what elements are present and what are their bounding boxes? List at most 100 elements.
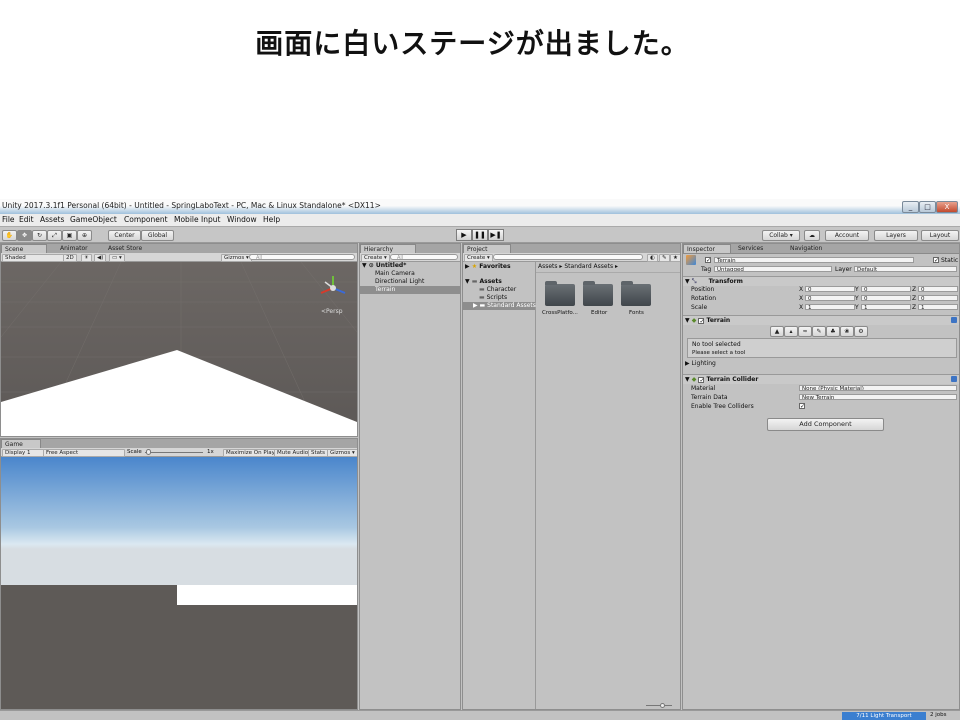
- scale-z-field[interactable]: 1: [918, 304, 958, 310]
- filter-by-label-icon[interactable]: ✎: [659, 254, 670, 262]
- scale-slider[interactable]: [145, 452, 203, 453]
- component-help-icon[interactable]: [951, 376, 957, 382]
- hierarchy-create-dropdown[interactable]: Create ▾: [361, 254, 390, 262]
- hand-tool-icon[interactable]: ✋: [2, 230, 17, 241]
- account-dropdown[interactable]: Account: [825, 230, 869, 241]
- rotation-x-field[interactable]: 0: [805, 295, 855, 301]
- menu-gameobject[interactable]: GameObject: [70, 215, 117, 224]
- project-favorites-row[interactable]: ▶ ★ Favorites: [463, 263, 535, 271]
- hierarchy-scene-row[interactable]: ▼ ⊙ Untitled*: [360, 262, 460, 270]
- active-checkbox[interactable]: ✓: [705, 257, 711, 264]
- scale-x-field[interactable]: 1: [805, 304, 855, 310]
- folder-editor-icon[interactable]: [583, 281, 613, 306]
- game-gizmos-dropdown[interactable]: Gizmos ▾: [327, 449, 357, 457]
- collab-dropdown[interactable]: Collab ▾: [762, 230, 800, 241]
- tab-animator[interactable]: Animator: [57, 244, 91, 253]
- rotation-z-field[interactable]: 0: [918, 295, 958, 301]
- hierarchy-item-main-camera[interactable]: Main Camera: [360, 270, 460, 278]
- pivot-center-button[interactable]: Center: [108, 230, 141, 241]
- hierarchy-item-terrain[interactable]: Terrain: [360, 286, 460, 294]
- pivot-global-button[interactable]: Global: [141, 230, 174, 241]
- scene-view[interactable]: <Persp: [1, 262, 357, 437]
- scale-y-field[interactable]: 1: [861, 304, 911, 310]
- position-x-field[interactable]: 0: [805, 286, 855, 292]
- project-folder-scripts[interactable]: ▬ Scripts: [463, 294, 535, 302]
- transform-section-header[interactable]: ▼ ⤡ Transform: [683, 276, 959, 286]
- terrain-section-header[interactable]: ▼ ◆ ✓ Terrain: [683, 315, 959, 325]
- terrain-enabled-checkbox[interactable]: ✓: [698, 317, 704, 324]
- close-button[interactable]: X: [936, 201, 958, 213]
- smooth-height-icon[interactable]: ≈: [798, 326, 812, 337]
- filter-by-type-icon[interactable]: ◐: [647, 254, 658, 262]
- tab-services[interactable]: Services: [735, 244, 766, 253]
- play-button[interactable]: ▶: [456, 229, 472, 241]
- paint-height-icon[interactable]: ▴: [784, 326, 798, 337]
- effects-toggle-icon[interactable]: ▭ ▾: [109, 254, 125, 262]
- raise-terrain-icon[interactable]: ▲: [770, 326, 784, 337]
- minimize-button[interactable]: _: [902, 201, 919, 213]
- move-tool-icon[interactable]: ✥: [17, 230, 32, 241]
- lighting-foldout[interactable]: ▶ Lighting: [683, 360, 959, 368]
- tab-navigation[interactable]: Navigation: [787, 244, 825, 253]
- audio-toggle-icon[interactable]: ◀): [94, 254, 107, 262]
- project-assets-row[interactable]: ▼ ▬ Assets: [463, 278, 535, 286]
- add-component-button[interactable]: Add Component: [767, 418, 884, 431]
- static-checkbox[interactable]: ✓: [933, 257, 939, 264]
- maximize-button[interactable]: □: [919, 201, 936, 213]
- rect-tool-icon[interactable]: ▣: [62, 230, 77, 241]
- paint-details-icon[interactable]: ❀: [840, 326, 854, 337]
- scene-search-input[interactable]: All: [249, 254, 355, 261]
- enable-tree-colliders-checkbox[interactable]: ✓: [799, 403, 805, 410]
- place-trees-icon[interactable]: ♣: [826, 326, 840, 337]
- rotation-y-field[interactable]: 0: [861, 295, 911, 301]
- layout-dropdown[interactable]: Layout: [921, 230, 959, 241]
- menu-component[interactable]: Component: [124, 215, 168, 224]
- maximize-on-play-toggle[interactable]: Maximize On Play: [223, 449, 278, 457]
- cloud-icon[interactable]: ☁: [804, 230, 820, 241]
- folder-fonts-icon[interactable]: [621, 281, 651, 306]
- step-button[interactable]: ▶❚: [488, 229, 504, 241]
- material-field[interactable]: None (Physic Material): [799, 385, 957, 391]
- object-name-field[interactable]: Terrain: [714, 257, 914, 263]
- 2d-toggle[interactable]: 2D: [63, 254, 77, 262]
- scale-slider-handle[interactable]: [146, 449, 151, 455]
- menu-mobile-input[interactable]: Mobile Input: [174, 215, 220, 224]
- folder-crossplatform-icon[interactable]: [545, 281, 575, 306]
- layer-dropdown[interactable]: Default: [854, 266, 957, 272]
- project-create-dropdown[interactable]: Create ▾: [464, 254, 493, 262]
- tab-scene[interactable]: Scene: [1, 244, 47, 253]
- rotate-tool-icon[interactable]: ↻: [32, 230, 47, 241]
- component-help-icon[interactable]: [951, 317, 957, 323]
- tab-hierarchy[interactable]: Hierarchy: [360, 244, 416, 253]
- tag-dropdown[interactable]: Untagged: [714, 266, 832, 272]
- menu-assets[interactable]: Assets: [40, 215, 64, 224]
- menu-help[interactable]: Help: [263, 215, 280, 224]
- menu-file[interactable]: File: [2, 215, 15, 224]
- terrain-data-field[interactable]: New Terrain: [799, 394, 957, 400]
- paint-texture-icon[interactable]: ✎: [812, 326, 826, 337]
- pause-button[interactable]: ❚❚: [472, 229, 488, 241]
- hierarchy-search-input[interactable]: All: [390, 254, 458, 261]
- project-folder-character[interactable]: ▬ Character: [463, 286, 535, 294]
- display-dropdown[interactable]: Display 1: [2, 449, 44, 457]
- scale-tool-icon[interactable]: ⤢: [47, 230, 62, 241]
- stats-toggle[interactable]: Stats: [308, 449, 329, 457]
- game-view[interactable]: [1, 457, 357, 710]
- tab-project[interactable]: Project: [463, 244, 511, 253]
- terrain-collider-section-header[interactable]: ▼ ◆ ✓ Terrain Collider: [683, 374, 959, 384]
- transform-tool-icon[interactable]: ⊕: [77, 230, 92, 241]
- project-folder-standard-assets[interactable]: ▶ ▬ Standard Assets: [463, 302, 536, 310]
- project-breadcrumb[interactable]: Assets ▸ Standard Assets ▸: [536, 263, 680, 273]
- tab-game[interactable]: Game: [1, 439, 41, 448]
- menu-window[interactable]: Window: [227, 215, 257, 224]
- hierarchy-item-directional-light[interactable]: Directional Light: [360, 278, 460, 286]
- scene-gizmos-dropdown[interactable]: Gizmos ▾: [221, 254, 252, 262]
- project-search-input[interactable]: [493, 254, 643, 260]
- icon-size-slider[interactable]: [646, 705, 672, 706]
- tab-asset-store[interactable]: Asset Store: [105, 244, 145, 253]
- menu-edit[interactable]: Edit: [19, 215, 34, 224]
- collider-enabled-checkbox[interactable]: ✓: [698, 376, 704, 383]
- lighting-toggle-icon[interactable]: ☀: [81, 254, 92, 262]
- terrain-settings-icon[interactable]: ⚙: [854, 326, 868, 337]
- favorite-star-icon[interactable]: ★: [670, 254, 680, 262]
